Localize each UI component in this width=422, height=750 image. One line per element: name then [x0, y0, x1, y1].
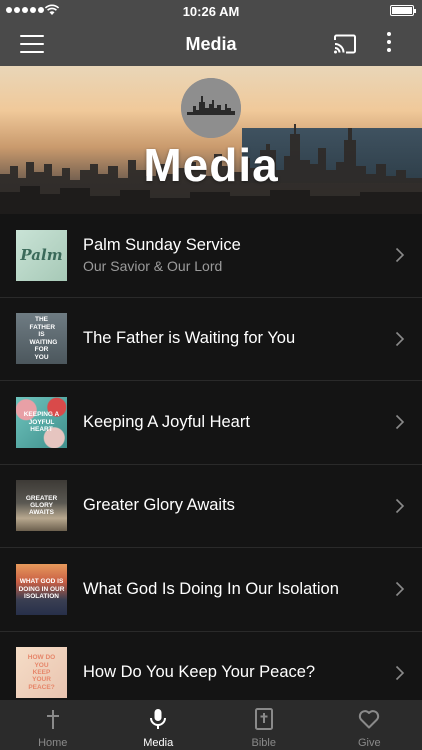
- church-logo: [181, 78, 241, 138]
- list-item[interactable]: Palm Palm Sunday Service Our Savior & Ou…: [0, 214, 422, 298]
- item-title: Keeping A Joyful Heart: [83, 412, 250, 431]
- list-item[interactable]: KEEPING A JOYFUL HEART Keeping A Joyful …: [0, 381, 422, 465]
- media-list: Palm Palm Sunday Service Our Savior & Ou…: [0, 214, 422, 700]
- thumbnail-text: Palm: [20, 245, 63, 264]
- list-item[interactable]: HOW DO YOU KEEP YOUR PEACE? How Do You K…: [0, 632, 422, 701]
- hero-title: Media: [143, 139, 279, 191]
- page-title: Media: [185, 34, 237, 54]
- tab-media[interactable]: Media: [106, 700, 212, 750]
- hero-banner: Media: [0, 66, 422, 214]
- sermon-thumbnail: HOW DO YOU KEEP YOUR PEACE?: [16, 647, 67, 699]
- tab-bible[interactable]: Bible: [211, 700, 317, 750]
- tab-label: Bible: [251, 737, 276, 749]
- list-item[interactable]: GREATER GLORY AWAITS Greater Glory Await…: [0, 465, 422, 548]
- sermon-thumbnail: KEEPING A JOYFUL HEART: [16, 397, 67, 448]
- item-title: Greater Glory Awaits: [83, 496, 235, 515]
- tab-home[interactable]: Home: [0, 700, 106, 750]
- cross-icon: [46, 710, 59, 729]
- item-title: How Do You Keep Your Peace?: [83, 663, 316, 682]
- item-title: Palm Sunday Service: [83, 236, 241, 255]
- chevron-right-icon: [395, 331, 405, 346]
- sermon-thumbnail: Palm: [16, 229, 67, 281]
- item-subtitle: Our Savior & Our Lord: [83, 258, 223, 275]
- thumbnail-text: WHAT GOD IS DOING IN OUR ISOLATION: [18, 578, 65, 600]
- thumbnail-text: KEEPING A JOYFUL HEART: [23, 411, 60, 433]
- thumbnail-text: THE FATHER IS WAITING FOR YOU: [29, 316, 58, 361]
- battery-icon: [390, 5, 416, 16]
- sermon-thumbnail: WHAT GOD IS DOING IN OUR ISOLATION: [16, 563, 67, 615]
- chevron-right-icon: [395, 498, 405, 513]
- chevron-right-icon: [395, 415, 405, 430]
- more-options-icon[interactable]: [382, 32, 396, 56]
- thumbnail-text: HOW DO YOU KEEP YOUR PEACE?: [27, 654, 56, 691]
- sermon-thumbnail: THE FATHER IS WAITING FOR YOU: [16, 313, 67, 365]
- item-title: What God Is Doing In Our Isolation: [83, 579, 339, 598]
- bible-icon: [254, 708, 273, 730]
- tab-label: Home: [38, 737, 68, 749]
- cast-icon[interactable]: [332, 32, 358, 56]
- thumbnail-text: GREATER GLORY AWAITS: [25, 494, 58, 517]
- status-time: 10:26 AM: [182, 4, 240, 19]
- tab-label: Give: [357, 737, 381, 749]
- item-title: The Father is Waiting for You: [83, 329, 296, 348]
- chevron-right-icon: [395, 582, 405, 597]
- heart-icon: [359, 710, 380, 729]
- tab-give[interactable]: Give: [317, 700, 422, 750]
- navigation-bar: Media: [0, 22, 422, 66]
- list-item[interactable]: THE FATHER IS WAITING FOR YOU The Father…: [0, 298, 422, 381]
- microphone-icon: [150, 709, 167, 729]
- tab-label: Media: [143, 737, 174, 749]
- chevron-right-icon: [395, 665, 405, 680]
- tab-bar: Home Media Bible Give: [0, 700, 422, 750]
- chevron-right-icon: [395, 248, 405, 263]
- sermon-thumbnail: GREATER GLORY AWAITS: [16, 480, 67, 532]
- list-item[interactable]: WHAT GOD IS DOING IN OUR ISOLATION What …: [0, 548, 422, 632]
- status-bar: 10:26 AM: [0, 0, 422, 22]
